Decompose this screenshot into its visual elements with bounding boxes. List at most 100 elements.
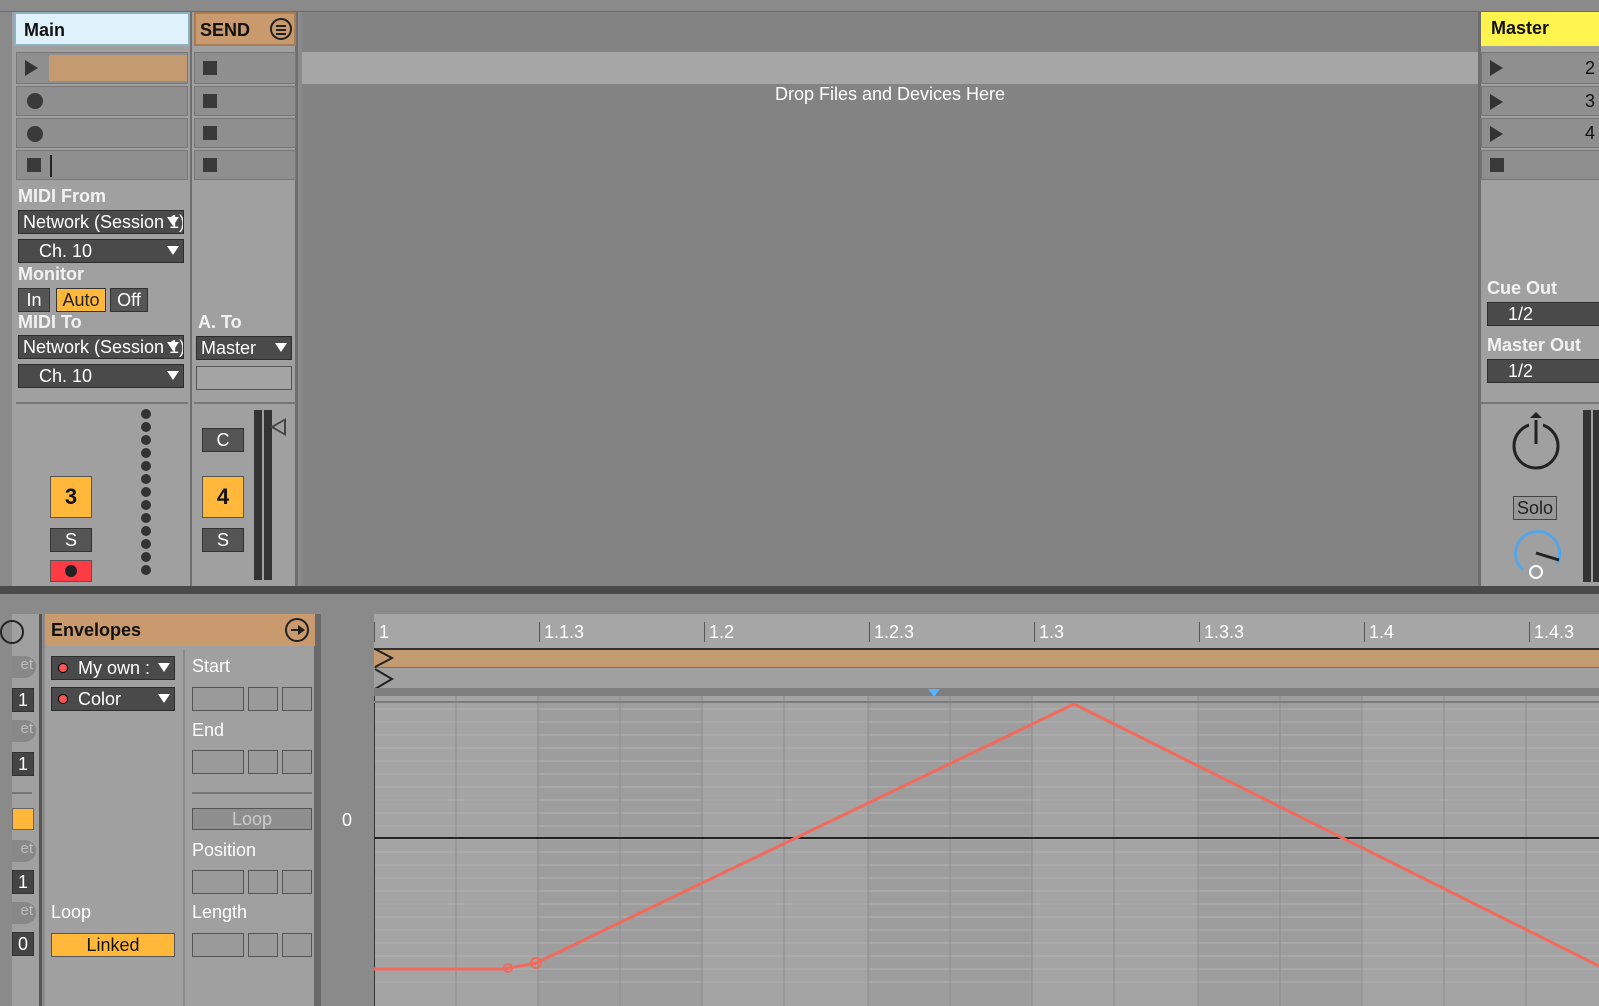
record-button-icon[interactable]: [27, 93, 43, 109]
position-field-beat[interactable]: [248, 870, 278, 894]
level-meter: [1593, 410, 1599, 582]
drop-zone-text: Drop Files and Devices Here: [774, 84, 1006, 104]
length-field-bar[interactable]: [192, 933, 244, 957]
clip-slot-3[interactable]: [16, 118, 188, 148]
dropdown-arrow-icon: [158, 663, 170, 672]
send-slot-2[interactable]: [194, 86, 296, 116]
stop-icon[interactable]: [203, 94, 217, 108]
device-chooser-dropdown[interactable]: My own :: [51, 656, 175, 680]
clip-play-icon[interactable]: [25, 60, 38, 76]
midi-to-dropdown[interactable]: Network (Session 1): [18, 335, 184, 359]
cue-volume-knob-icon[interactable]: [1509, 526, 1563, 580]
midi-to-channel-dropdown[interactable]: Ch. 10: [18, 364, 184, 388]
envelopes-panel: Envelopes My own : Color Start End Loop …: [45, 614, 321, 1006]
ruler-tick-1-1-3: 1.1.3: [539, 622, 585, 643]
arrow-right-icon[interactable]: [285, 618, 309, 642]
envelope-grid[interactable]: [374, 696, 1599, 1006]
stop-icon[interactable]: [203, 158, 217, 172]
solo-button[interactable]: Solo: [1513, 496, 1557, 520]
control-chooser-value: Color: [78, 689, 122, 709]
stop-all-clips[interactable]: [1481, 150, 1599, 180]
left-edge-strip: [0, 12, 12, 588]
position-field-sixteenth[interactable]: [282, 870, 312, 894]
power-dial-icon[interactable]: [1509, 412, 1563, 474]
send-slot-3[interactable]: [194, 118, 296, 148]
cue-button[interactable]: C: [202, 428, 244, 452]
menu-icon[interactable]: [270, 18, 292, 40]
linked-button[interactable]: Linked: [51, 933, 175, 957]
side-value[interactable]: 1: [12, 752, 34, 776]
monitor-auto-button[interactable]: Auto: [56, 288, 106, 312]
clip-view-toggle-icon[interactable]: [0, 620, 24, 644]
side-value[interactable]: 0: [12, 932, 34, 956]
scene-launch-3[interactable]: 3: [1481, 86, 1599, 116]
scene-launch-2[interactable]: 2: [1481, 52, 1599, 84]
track-master: Master 2 3 4 Cue Out 1/2 Master Out 1/2 …: [1478, 12, 1599, 588]
scene-play-icon[interactable]: [1490, 94, 1503, 110]
view-divider-gap: [0, 594, 1599, 616]
control-chooser-dropdown[interactable]: Color: [51, 687, 175, 711]
send-stop-slot[interactable]: [194, 150, 296, 180]
side-accent-button[interactable]: [12, 808, 34, 830]
length-field-sixteenth[interactable]: [282, 933, 312, 957]
drop-zone[interactable]: Drop Files and Devices Here: [302, 12, 1478, 588]
midi-from-channel-dropdown[interactable]: Ch. 10: [18, 239, 184, 263]
track-main-header[interactable]: Main: [14, 12, 190, 46]
activator-button[interactable]: 4: [202, 476, 244, 518]
audio-to-sub-field[interactable]: [196, 366, 292, 390]
loop-brace[interactable]: [374, 648, 1599, 668]
side-value[interactable]: 1: [12, 870, 34, 894]
dropdown-arrow-icon: [167, 342, 179, 351]
end-field-bar[interactable]: [192, 750, 244, 774]
stop-icon[interactable]: [1490, 158, 1504, 172]
start-field-beat[interactable]: [248, 687, 278, 711]
start-field-sixteenth[interactable]: [282, 687, 312, 711]
dropdown-arrow-icon: [158, 694, 170, 703]
send-slot-1[interactable]: [194, 52, 296, 84]
position-field-bar[interactable]: [192, 870, 244, 894]
beat-ruler[interactable]: 1 1.1.3 1.2 1.2.3 1.3 1.3.3 1.4 1.4.3: [374, 614, 1599, 648]
record-button-icon[interactable]: [27, 126, 43, 142]
stop-icon[interactable]: [203, 61, 217, 75]
length-field-beat[interactable]: [248, 933, 278, 957]
dropdown-arrow-icon: [167, 246, 179, 255]
scene-launch-4[interactable]: 4: [1481, 118, 1599, 148]
midi-from-dropdown[interactable]: Network (Session 1): [18, 210, 184, 234]
channel-value: Ch. 10: [39, 366, 93, 386]
clip[interactable]: [49, 55, 187, 81]
midi-from-value: Network (Session 1): [23, 212, 184, 232]
clip-slot-1[interactable]: [16, 52, 188, 84]
monitor-in-button[interactable]: In: [18, 288, 50, 312]
position-label: Position: [192, 840, 257, 860]
solo-button[interactable]: S: [50, 528, 92, 552]
audio-to-dropdown[interactable]: Master: [196, 336, 292, 360]
side-value[interactable]: 1: [12, 688, 34, 712]
solo-button[interactable]: S: [202, 528, 244, 552]
stop-icon[interactable]: [27, 158, 41, 172]
dropdown-arrow-icon: [167, 217, 179, 226]
view-divider[interactable]: [0, 586, 1599, 594]
ruler-tick-1: 1: [374, 622, 390, 643]
track-master-header[interactable]: Master: [1481, 12, 1599, 46]
mixer-main: 3 S: [16, 402, 188, 586]
scene-number: 2: [1584, 58, 1595, 78]
arm-button[interactable]: [50, 560, 92, 582]
stop-icon[interactable]: [203, 126, 217, 140]
ruler-tick-1-4: 1.4: [1364, 622, 1395, 643]
status-dot-icon: [58, 694, 68, 704]
cue-out-dropdown[interactable]: 1/2: [1487, 302, 1599, 326]
mixer-master: Solo: [1481, 402, 1599, 588]
end-field-beat[interactable]: [248, 750, 278, 774]
start-marker-icons[interactable]: [374, 648, 396, 692]
end-field-sixteenth[interactable]: [282, 750, 312, 774]
scene-play-icon[interactable]: [1490, 126, 1503, 142]
scene-play-icon[interactable]: [1490, 60, 1503, 76]
loop-button[interactable]: Loop: [192, 808, 312, 830]
start-field-bar[interactable]: [192, 687, 244, 711]
activator-button[interactable]: 3: [50, 476, 92, 518]
side-label: et: [12, 656, 36, 678]
clip-stop-slot[interactable]: [16, 150, 188, 180]
master-out-dropdown[interactable]: 1/2: [1487, 359, 1599, 383]
clip-slot-2[interactable]: [16, 86, 188, 116]
monitor-off-button[interactable]: Off: [110, 288, 148, 312]
